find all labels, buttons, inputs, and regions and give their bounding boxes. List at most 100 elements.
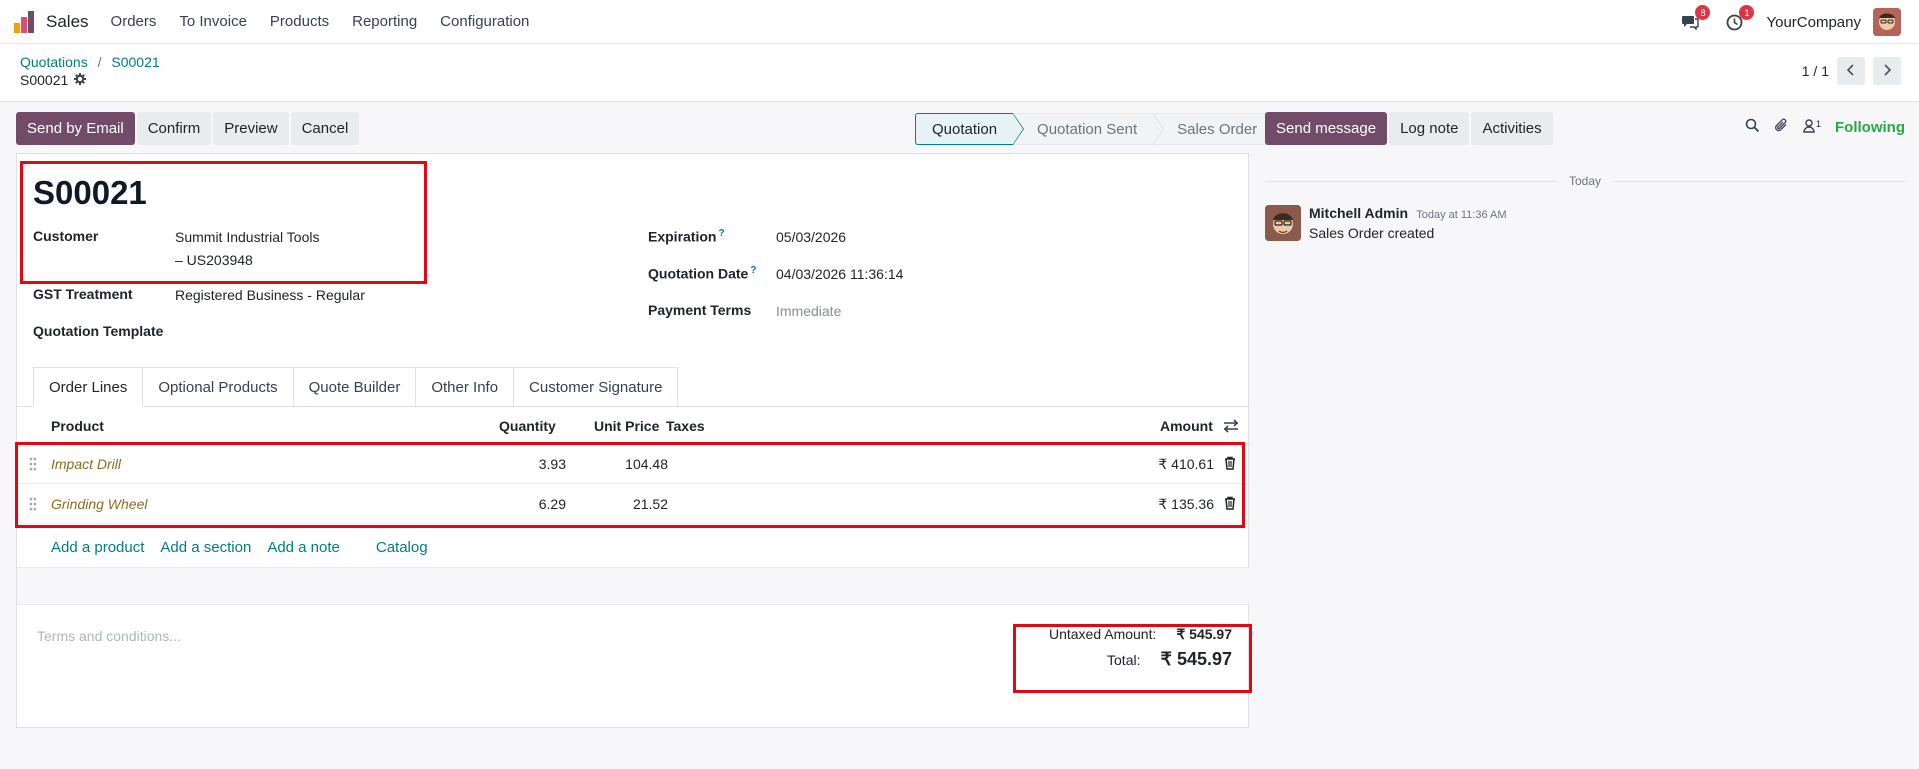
column-amount[interactable]: Amount [1160, 418, 1213, 434]
tab-other-info[interactable]: Other Info [416, 367, 515, 407]
order-title: S00021 [33, 174, 147, 211]
chatter-actions: Send message Log note Activities [1265, 112, 1555, 145]
line-product[interactable]: Grinding Wheel [51, 496, 148, 512]
chatter-panel: Send message Log note Activities 1 Follo… [1265, 112, 1905, 732]
following-button[interactable]: Following [1835, 119, 1905, 136]
customer-ref[interactable]: – US203948 [175, 252, 253, 268]
search-icon[interactable] [1745, 118, 1760, 137]
stage-quotation-sent[interactable]: Quotation Sent [1013, 113, 1165, 145]
table-row[interactable]: Grinding Wheel 6.29 21.52 ₹ 135.36 [17, 484, 1250, 524]
quotation-date-field[interactable]: 04/03/2026 11:36:14 [776, 266, 903, 282]
menu-orders[interactable]: Orders [111, 13, 157, 30]
record-name: S00021 [20, 72, 87, 88]
column-product[interactable]: Product [51, 418, 104, 434]
confirm-button[interactable]: Confirm [136, 112, 212, 145]
tab-order-lines[interactable]: Order Lines [33, 367, 144, 407]
cancel-button[interactable]: Cancel [290, 112, 360, 145]
line-unit-price[interactable]: 104.48 [625, 456, 668, 472]
send-message-button[interactable]: Send message [1265, 112, 1388, 145]
add-line-links: Add a product Add a section Add a note C… [51, 539, 444, 556]
help-tooltip-icon[interactable]: ? [750, 265, 756, 276]
send-by-email-button[interactable]: Send by Email [16, 112, 135, 145]
menu-reporting[interactable]: Reporting [352, 13, 417, 30]
date-separator-line [1265, 180, 1557, 182]
activities-clock-icon[interactable]: 1 [1722, 5, 1755, 34]
column-quantity[interactable]: Quantity [499, 418, 556, 434]
expiration-label: Expiration? [648, 228, 725, 245]
activities-button[interactable]: Activities [1471, 112, 1553, 145]
tab-quote-builder[interactable]: Quote Builder [293, 367, 417, 407]
date-separator-line [1613, 180, 1905, 182]
date-separator: Today [1265, 174, 1905, 188]
sales-app-icon[interactable] [14, 10, 36, 33]
line-quantity[interactable]: 6.29 [539, 496, 566, 512]
trash-icon[interactable] [1224, 456, 1236, 470]
user-icon [1803, 118, 1815, 137]
menu-configuration[interactable]: Configuration [440, 13, 529, 30]
line-quantity[interactable]: 3.93 [539, 456, 566, 472]
optional-columns-toggle-icon[interactable] [1223, 419, 1239, 437]
breadcrumb-separator: / [97, 54, 102, 70]
stage-quotation[interactable]: Quotation [915, 113, 1025, 145]
terms-and-conditions-field[interactable]: Terms and conditions... [37, 628, 181, 644]
catalog-link[interactable]: Catalog [376, 539, 428, 556]
quotation-template-label: Quotation Template [33, 323, 164, 339]
followers-button[interactable]: 1 [1803, 119, 1821, 137]
breadcrumb-current-link[interactable]: S00021 [111, 54, 159, 70]
trash-icon[interactable] [1224, 496, 1236, 510]
untaxed-amount-value: ₹ 545.97 [1176, 626, 1232, 642]
author-avatar[interactable] [1265, 205, 1301, 241]
empty-table-row [17, 567, 1250, 605]
add-section-link[interactable]: Add a section [160, 539, 251, 556]
tab-optional-products[interactable]: Optional Products [143, 367, 294, 407]
customer-label: Customer [33, 228, 99, 244]
notebook-tabs: Order Lines Optional Products Quote Buil… [33, 367, 679, 407]
pager-value[interactable]: 1 / 1 [1802, 63, 1829, 79]
add-note-link[interactable]: Add a note [267, 539, 340, 556]
chevron-right-icon [1883, 63, 1892, 79]
drag-handle-icon[interactable] [29, 497, 37, 511]
line-amount: ₹ 410.61 [1158, 456, 1214, 472]
pager-next-button[interactable] [1873, 57, 1901, 85]
gear-icon[interactable] [74, 72, 87, 88]
quotation-template-field[interactable] [175, 323, 475, 341]
column-unit-price[interactable]: Unit Price [594, 418, 659, 434]
pager-previous-button[interactable] [1837, 57, 1865, 85]
log-note-button[interactable]: Log note [1389, 112, 1470, 145]
stage-sales-order[interactable]: Sales Order [1153, 113, 1273, 145]
paperclip-icon[interactable] [1774, 118, 1789, 137]
customer-name-field[interactable]: Summit Industrial Tools [175, 229, 319, 245]
add-product-link[interactable]: Add a product [51, 539, 144, 556]
menu-to-invoice[interactable]: To Invoice [179, 13, 247, 30]
expiration-label-text: Expiration [648, 228, 717, 245]
line-amount: ₹ 135.36 [1158, 496, 1214, 512]
menu-products[interactable]: Products [270, 13, 329, 30]
record-name-text: S00021 [20, 72, 69, 88]
company-switcher[interactable]: YourCompany [1766, 14, 1861, 31]
quotation-date-label-text: Quotation Date [648, 265, 749, 282]
column-taxes[interactable]: Taxes [666, 418, 705, 434]
payment-terms-field[interactable]: Immediate [776, 303, 841, 319]
preview-button[interactable]: Preview [213, 112, 289, 145]
status-bar: Quotation Quotation Sent Sales Order [915, 113, 1273, 145]
line-unit-price[interactable]: 21.52 [633, 496, 668, 512]
quotation-date-label: Quotation Date? [648, 265, 756, 282]
gst-treatment-field[interactable]: Registered Business - Regular [175, 287, 365, 303]
breadcrumb: Quotations / S00021 [20, 54, 160, 70]
top-navbar: Sales Orders To Invoice Products Reporti… [0, 0, 1919, 44]
activities-badge: 1 [1739, 5, 1755, 20]
drag-handle-icon[interactable] [29, 457, 37, 471]
app-name[interactable]: Sales [46, 12, 89, 32]
message-body: Sales Order created [1309, 225, 1435, 241]
expiration-field[interactable]: 05/03/2026 [776, 229, 846, 245]
tab-customer-signature[interactable]: Customer Signature [514, 367, 679, 407]
line-product[interactable]: Impact Drill [51, 456, 121, 472]
messages-badge: 8 [1695, 5, 1711, 20]
table-row[interactable]: Impact Drill 3.93 104.48 ₹ 410.61 [17, 444, 1250, 484]
breadcrumb-quotations-link[interactable]: Quotations [20, 54, 88, 70]
form-action-buttons: Send by Email Confirm Preview Cancel [16, 112, 361, 145]
messages-icon[interactable]: 8 [1678, 5, 1711, 34]
help-tooltip-icon[interactable]: ? [718, 228, 724, 239]
user-avatar[interactable] [1873, 8, 1901, 36]
message-author[interactable]: Mitchell Admin [1309, 205, 1408, 221]
